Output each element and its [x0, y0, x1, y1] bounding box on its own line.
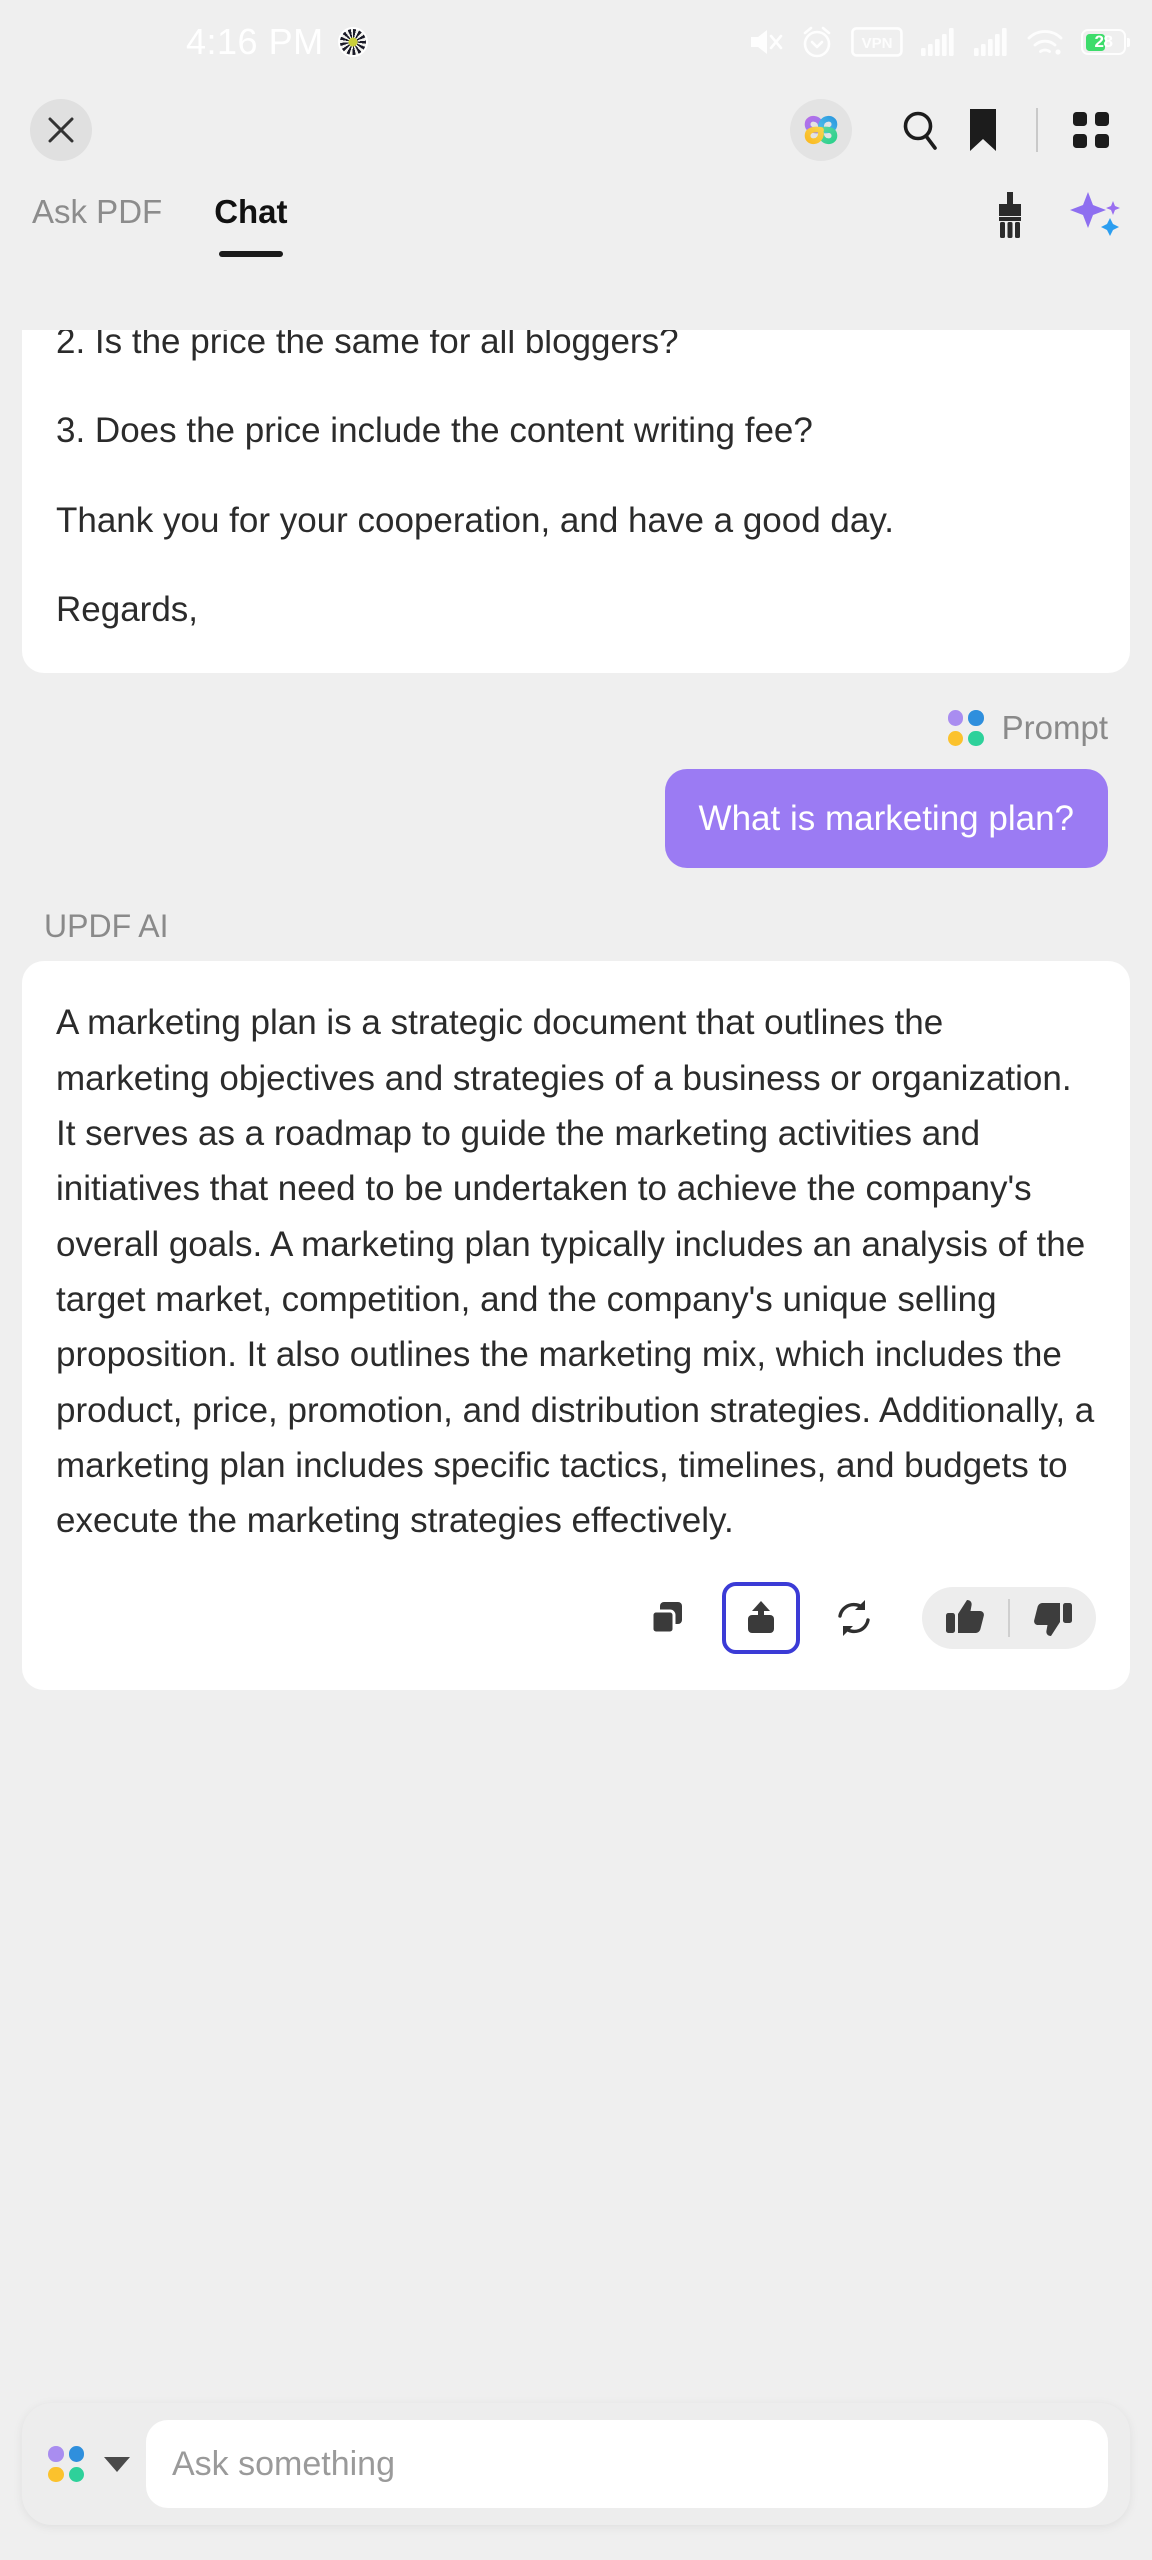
- ai-sparkle-button[interactable]: [1068, 188, 1122, 242]
- share-icon: [741, 1598, 781, 1638]
- composer-shell: [22, 2403, 1130, 2525]
- ask-input[interactable]: [146, 2420, 1108, 2508]
- bookmark-button[interactable]: [952, 99, 1014, 161]
- prompt-label: Prompt: [1002, 709, 1108, 747]
- header-divider: [1036, 108, 1038, 152]
- status-bar-left: 4:16 PM: [186, 24, 368, 60]
- thumbs-up-icon: [944, 1597, 986, 1639]
- updf-logo-icon: [798, 107, 844, 153]
- clear-chat-button[interactable]: [992, 190, 1028, 240]
- search-icon: [899, 108, 943, 152]
- prompt-dots-icon: [948, 710, 984, 746]
- share-button[interactable]: [722, 1582, 800, 1654]
- message-paragraph: 3. Does the price include the content wr…: [56, 403, 1096, 458]
- svg-text:VPN: VPN: [862, 35, 893, 52]
- close-icon: [45, 114, 77, 146]
- user-message-bubble: What is marketing plan?: [665, 769, 1108, 868]
- brush-icon: [992, 190, 1028, 240]
- vpn-icon: VPN: [851, 27, 903, 57]
- user-message-row: What is marketing plan?: [22, 769, 1130, 868]
- tab-bar-actions: [992, 188, 1122, 242]
- alarm-icon: [800, 25, 834, 59]
- signal-bars-icon-2: [973, 27, 1009, 57]
- ai-message-bubble: A marketing plan is a strategic document…: [22, 961, 1130, 1690]
- tab-bar: Ask PDF Chat: [0, 176, 1152, 254]
- prompt-label-row: Prompt: [22, 709, 1130, 747]
- grid-view-button[interactable]: [1060, 99, 1122, 161]
- message-paragraph: Thank you for your cooperation, and have…: [56, 493, 1096, 548]
- regenerate-icon: [832, 1596, 876, 1640]
- chat-message-bubble-previous: 2. Is the price the same for all blogger…: [22, 330, 1130, 673]
- message-action-bar: [56, 1582, 1096, 1654]
- feedback-pill: [922, 1587, 1096, 1649]
- wifi-icon: [1026, 27, 1064, 57]
- ai-author-label: UPDF AI: [44, 908, 1130, 945]
- regenerate-button[interactable]: [826, 1590, 882, 1646]
- clipped-message-line: 2. Is the price the same for all blogger…: [56, 330, 1096, 369]
- feedback-divider: [1008, 1599, 1010, 1637]
- app-header: [0, 84, 1152, 176]
- model-picker-dots-icon[interactable]: [48, 2446, 84, 2482]
- copy-button[interactable]: [640, 1590, 696, 1646]
- tab-ask-pdf[interactable]: Ask PDF: [32, 193, 162, 237]
- signal-bars-icon-1: [920, 27, 956, 57]
- clock-app-icon: [338, 27, 368, 57]
- thumbs-up-button[interactable]: [944, 1597, 986, 1639]
- chevron-down-icon[interactable]: [104, 2457, 130, 2472]
- tab-chat[interactable]: Chat: [214, 193, 287, 237]
- ai-message-text: A marketing plan is a strategic document…: [56, 995, 1096, 1548]
- thumbs-down-icon: [1032, 1597, 1074, 1639]
- bookmark-icon: [966, 107, 1000, 153]
- battery-percent: 28: [1083, 32, 1124, 52]
- chat-scroll-area[interactable]: 2. Is the price the same for all blogger…: [0, 330, 1152, 2368]
- battery-icon: 28: [1081, 29, 1126, 55]
- search-button[interactable]: [890, 99, 952, 161]
- header-actions: [790, 99, 1122, 161]
- mute-icon: [749, 27, 783, 57]
- message-paragraph: Regards,: [56, 582, 1096, 637]
- composer-bar: [0, 2368, 1152, 2560]
- thumbs-down-button[interactable]: [1032, 1597, 1074, 1639]
- close-button[interactable]: [30, 99, 92, 161]
- copy-icon: [648, 1598, 688, 1638]
- updf-logo-button[interactable]: [790, 99, 852, 161]
- status-bar-right: VPN: [749, 25, 1126, 59]
- sparkle-icon: [1068, 188, 1122, 242]
- status-time: 4:16 PM: [186, 24, 324, 60]
- grid-view-icon: [1071, 110, 1111, 150]
- status-bar: 4:16 PM VPN: [0, 0, 1152, 84]
